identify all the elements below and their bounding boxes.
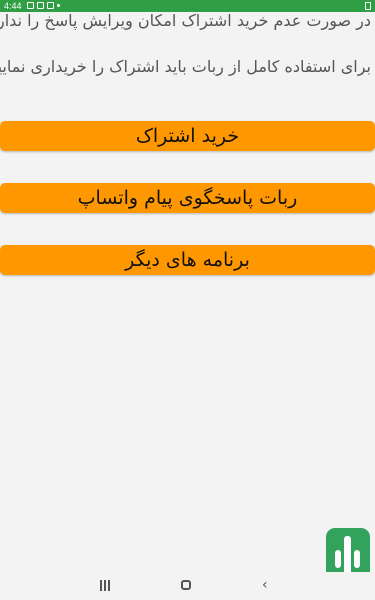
whatsapp-bot-button[interactable]: ربات پاسخگوی پیام واتساپ [0,183,375,213]
dot-icon [57,4,60,7]
app-screen: 4:44 در صورت عدم خرید اشتراک امکان ویرای… [0,0,375,600]
recents-icon[interactable] [99,580,111,592]
status-icons [27,2,60,9]
home-icon[interactable] [181,580,191,590]
back-icon[interactable]: ‹ [262,578,276,592]
image-icon [37,2,44,9]
info-text-line-2: برای استفاده کامل از ربات باید اشتراک را… [0,57,371,76]
navigation-bar: ‹ [0,572,375,600]
buy-subscription-button[interactable]: خرید اشتراک [0,121,375,151]
briefcase-icon [47,2,54,9]
info-text-line-1: در صورت عدم خرید اشتراک امکان ویرایش پاس… [0,11,371,30]
other-apps-button[interactable]: برنامه های دیگر [0,245,375,275]
battery-icon [365,2,371,10]
notification-icon [27,2,34,9]
